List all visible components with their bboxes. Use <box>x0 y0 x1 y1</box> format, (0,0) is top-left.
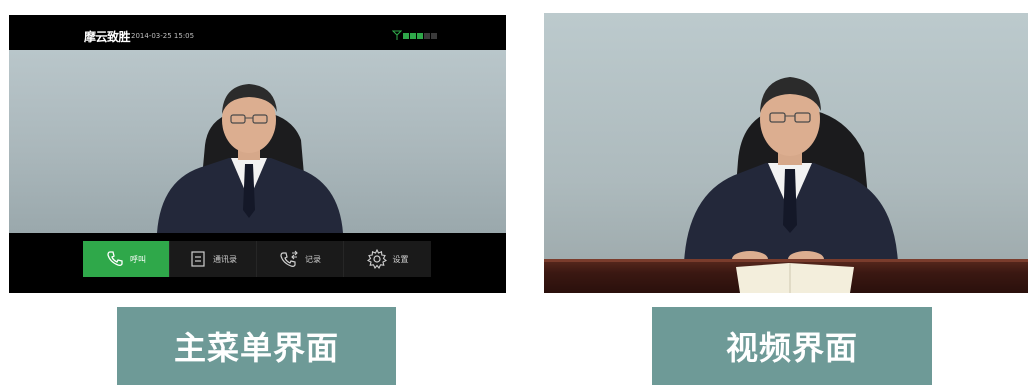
signal-bar <box>403 33 409 39</box>
signal-bar <box>424 33 430 39</box>
main-menu-bar: 呼叫 通讯录 记录 设置 <box>9 233 506 293</box>
menu-item-call-log[interactable]: 记录 <box>257 241 344 277</box>
phone-icon <box>107 251 123 266</box>
menu-item-contacts[interactable]: 通讯录 <box>170 241 257 277</box>
menu-item-label: 通讯录 <box>213 254 237 264</box>
menu-item-settings[interactable]: 设置 <box>344 241 431 277</box>
call-log-icon <box>280 250 298 267</box>
menu-item-label: 记录 <box>305 254 321 264</box>
notebook-on-desk <box>736 263 854 293</box>
menu-item-call[interactable]: 呼叫 <box>83 241 170 277</box>
brand-logo: 摩云致胜 <box>84 30 131 44</box>
presenter-video-feed <box>157 84 343 233</box>
main-menu-screen: 摩云致胜 2014-03-25 15:05 呼叫 通讯录 记录 设置 <box>9 15 506 293</box>
signal-bar <box>410 33 416 39</box>
local-video-preview <box>9 50 506 233</box>
antenna-icon <box>392 30 402 40</box>
datetime: 2014-03-25 15:05 <box>131 32 195 40</box>
signal-bar <box>417 33 423 39</box>
signal-bar <box>431 33 437 39</box>
video-screen-caption: 视频界面 <box>652 307 932 385</box>
signal-strength-indicator <box>392 30 438 40</box>
menu-tabs: 呼叫 通讯录 记录 设置 <box>83 241 431 277</box>
main-menu-caption: 主菜单界面 <box>117 307 396 385</box>
menu-item-label: 呼叫 <box>130 254 146 264</box>
video-call-screen <box>544 13 1028 293</box>
status-bar: 摩云致胜 2014-03-25 15:05 <box>9 15 506 50</box>
contacts-icon <box>191 251 205 267</box>
gear-icon <box>366 249 387 269</box>
menu-item-label: 设置 <box>392 254 409 264</box>
